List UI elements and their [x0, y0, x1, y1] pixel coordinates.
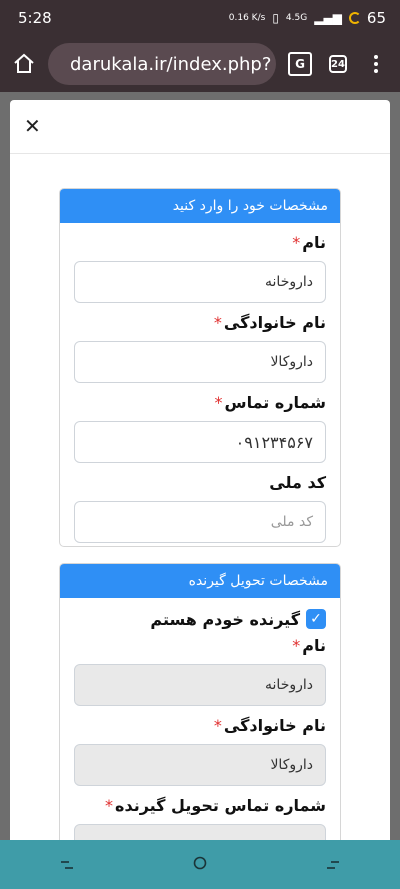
vibrate-icon: ▯ [272, 11, 279, 25]
last-name-input[interactable]: داروکالا [74, 341, 326, 383]
home-circle-icon [193, 856, 207, 870]
recents-icon [60, 861, 73, 869]
battery-icon [348, 12, 361, 24]
home-button[interactable] [10, 50, 38, 78]
first-name-label: نام* [292, 233, 326, 252]
tab-count: 24 [329, 55, 347, 73]
home-nav-button[interactable] [193, 854, 207, 875]
browser-toolbar: darukala.ir/index.php? G 24 [0, 36, 400, 92]
required-mark: * [105, 796, 113, 815]
recipient-card-header: مشخصات تحویل گیرنده [60, 564, 340, 598]
check-icon: ✓ [310, 611, 322, 627]
required-mark: * [213, 716, 222, 735]
battery-level: 65 [366, 9, 386, 27]
self-recipient-checkbox[interactable]: ✓ [306, 609, 326, 629]
required-mark: * [292, 636, 301, 655]
url-field[interactable]: darukala.ir/index.php? [48, 43, 276, 85]
signal-icon: ▂▄▆ [314, 11, 342, 25]
required-mark: * [214, 393, 223, 412]
self-recipient-row[interactable]: ✓ گیرنده خودم هستم [60, 609, 340, 629]
first-name-input[interactable]: داروخانه [74, 261, 326, 303]
system-nav-bar [0, 840, 400, 889]
more-vert-icon [374, 55, 378, 73]
recipient-phone-label: شماره تماس تحویل گیرنده* [105, 796, 326, 815]
phone-input[interactable]: ۰۹۱۲۳۴۵۶۷ [74, 421, 326, 463]
national-id-label: کد ملی [269, 473, 326, 492]
back-button[interactable] [326, 854, 340, 875]
url-text: darukala.ir/index.php? [70, 53, 272, 75]
checkout-modal: ✕ مشخصات خود را وارد کنید نام* داروخانه … [10, 100, 390, 840]
recipient-phone-input[interactable] [74, 824, 326, 840]
phone-label: شماره تماس* [214, 393, 326, 412]
national-id-input[interactable]: کد ملی [74, 501, 326, 543]
network-type: 4.5G [285, 13, 308, 23]
required-mark: * [213, 313, 222, 332]
recipient-first-name-label: نام* [292, 636, 326, 655]
status-bar: 5:28 0.16 K/s ▯ 4.5G ▂▄▆ 65 [0, 0, 400, 36]
sender-card: مشخصات خود را وارد کنید نام* داروخانه نا… [59, 188, 341, 547]
back-icon [327, 861, 340, 869]
recipient-first-name-input[interactable]: داروخانه [74, 664, 326, 706]
modal-header: ✕ [10, 100, 390, 154]
recipient-card: مشخصات تحویل گیرنده ✓ گیرنده خودم هستم ن… [59, 563, 341, 840]
recents-button[interactable] [60, 854, 74, 875]
status-time: 5:28 [18, 9, 52, 27]
net-speed: 0.16 K/s [228, 13, 266, 23]
more-menu-button[interactable] [362, 50, 390, 78]
sender-card-header: مشخصات خود را وارد کنید [60, 189, 340, 223]
recipient-last-name-input[interactable]: داروکالا [74, 744, 326, 786]
last-name-label: نام خانوادگی* [213, 313, 326, 332]
close-button[interactable]: ✕ [24, 116, 41, 136]
page-overlay: ✕ مشخصات خود را وارد کنید نام* داروخانه … [0, 92, 400, 840]
recipient-last-name-label: نام خانوادگی* [213, 716, 326, 735]
status-indicators: 0.16 K/s ▯ 4.5G ▂▄▆ 65 [229, 9, 386, 27]
translate-icon: G [288, 52, 312, 76]
tabs-button[interactable]: 24 [324, 50, 352, 78]
self-recipient-label: گیرنده خودم هستم [150, 609, 300, 629]
home-icon [14, 53, 34, 73]
battery-indicator: 65 [348, 9, 386, 27]
translate-button[interactable]: G [286, 50, 314, 78]
required-mark: * [292, 233, 301, 252]
